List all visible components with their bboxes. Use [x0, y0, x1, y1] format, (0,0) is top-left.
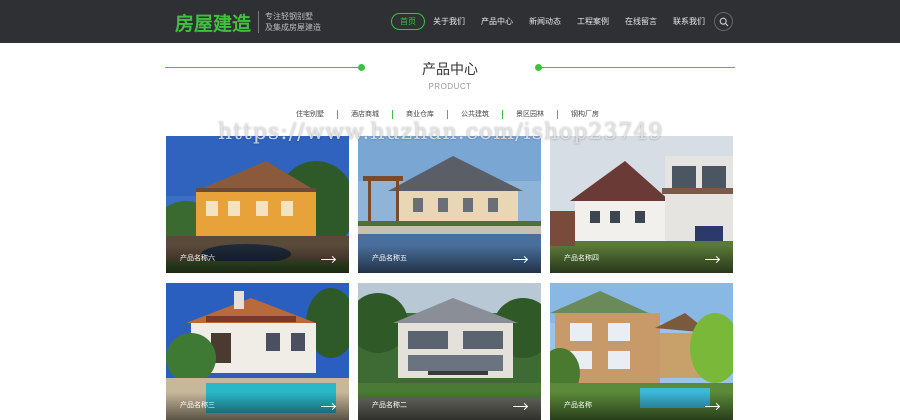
nav-item-cases[interactable]: 工程案例 — [569, 13, 617, 30]
section-subtitle: PRODUCT — [428, 82, 472, 91]
product-name: 产品名称六 — [180, 254, 215, 262]
product-name: 产品名称二 — [372, 401, 407, 409]
product-card[interactable]: 产品名称二 — [358, 283, 541, 420]
category-tab-public[interactable]: 公共建筑 — [448, 108, 502, 120]
arrow-right-icon — [513, 406, 527, 407]
nav-item-home[interactable]: 首页 — [391, 13, 425, 30]
category-tab-steel[interactable]: 钢构厂房 — [558, 108, 612, 120]
product-name: 产品名称五 — [372, 254, 407, 262]
product-name: 产品名称四 — [564, 254, 599, 262]
nav-item-products[interactable]: 产品中心 — [473, 13, 521, 30]
category-tab-garden[interactable]: 景区园林 — [503, 108, 557, 120]
logo-divider — [258, 11, 259, 33]
site-header: 房屋建造 专注轻钢别墅 及集成房屋建造 首页 关于我们 产品中心 新闻动态 工程… — [0, 0, 900, 43]
slogan-line-2: 及集成房屋建造 — [265, 23, 321, 32]
watermark-text: https://www.huzhan.com/ishop23749 — [218, 120, 664, 145]
arrow-right-icon — [513, 259, 527, 260]
product-card[interactable]: 产品名称三 — [166, 283, 349, 420]
product-card[interactable]: 产品名称六 — [166, 136, 349, 273]
nav-item-message[interactable]: 在线留言 — [617, 13, 665, 30]
nav-item-news[interactable]: 新闻动态 — [521, 13, 569, 30]
search-icon — [719, 17, 729, 27]
product-card[interactable]: 产品名称四 — [550, 136, 733, 273]
category-tab-hotel[interactable]: 酒店商城 — [338, 108, 392, 120]
product-card[interactable]: 产品名称 — [550, 283, 733, 420]
product-name: 产品名称 — [564, 401, 592, 409]
nav-item-about[interactable]: 关于我们 — [425, 13, 473, 30]
main-nav: 首页 关于我们 产品中心 新闻动态 工程案例 在线留言 联系我们 — [391, 13, 713, 30]
site-slogan: 专注轻钢别墅 及集成房屋建造 — [265, 11, 321, 33]
slogan-line-1: 专注轻钢别墅 — [265, 12, 313, 21]
arrow-right-icon — [321, 406, 335, 407]
nav-item-contact[interactable]: 联系我们 — [665, 13, 713, 30]
product-card[interactable]: 产品名称五 — [358, 136, 541, 273]
site-logo[interactable]: 房屋建造 — [175, 9, 251, 36]
category-tab-warehouse[interactable]: 商业仓库 — [393, 108, 447, 120]
arrow-right-icon — [705, 259, 719, 260]
section-title: 产品中心 — [422, 62, 478, 78]
search-button[interactable] — [714, 12, 733, 31]
arrow-right-icon — [321, 259, 335, 260]
category-tab-villa[interactable]: 住宅别墅 — [283, 108, 337, 120]
category-tabs: 住宅别墅 酒店商城 商业仓库 公共建筑 景区园林 钢构厂房 — [283, 108, 612, 120]
arrow-right-icon — [705, 406, 719, 407]
product-name: 产品名称三 — [180, 401, 215, 409]
